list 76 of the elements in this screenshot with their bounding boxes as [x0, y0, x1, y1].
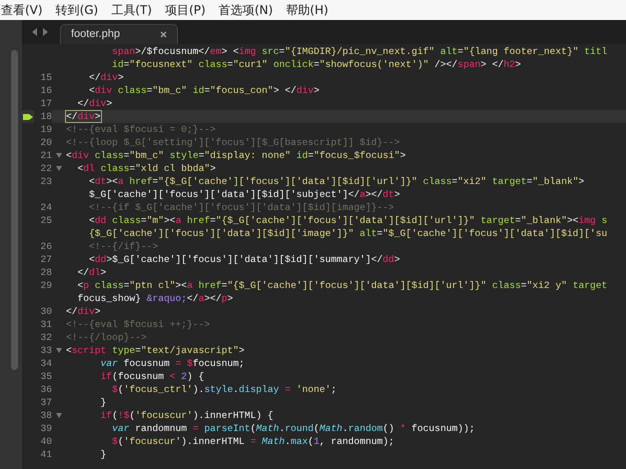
- line-number: 35: [40, 371, 52, 382]
- code-line: {$_G['cache']['focus']['data'][$id]['image']}" alt="$_G['cache']['focus']['data'][$id]['su: [88, 228, 608, 239]
- line-number: 39: [40, 423, 52, 434]
- file-tab[interactable]: footer.php: [60, 24, 178, 44]
- code-line: </div>: [76, 98, 112, 109]
- code-line: <!--{eval $focusi = 0;}-->: [66, 124, 216, 135]
- right-arrow-icon[interactable]: [42, 28, 48, 36]
- line-number: 33: [40, 345, 52, 356]
- line-number: 23: [40, 176, 52, 187]
- line-number: 26: [40, 241, 52, 252]
- code-line: focus_show} &raquo;</a></p>: [76, 293, 234, 304]
- line-number: 30: [40, 306, 52, 317]
- line-number: 38: [40, 410, 52, 421]
- code-line: </div>: [66, 111, 101, 122]
- menu-item[interactable]: 工具(T): [111, 1, 152, 19]
- code-line: id="focusnext" class="cur1" onclick="showfocus('next')" /></span> </h2>: [111, 59, 521, 70]
- code-line: $_G['cache']['focus']['data'][$id]['subject']</a></dt>: [88, 189, 400, 200]
- line-number: 19: [40, 124, 52, 135]
- scrollbar-thumb[interactable]: [11, 50, 18, 370]
- code-line: <!--{/loop}-->: [66, 332, 147, 343]
- line-number: 36: [40, 384, 52, 395]
- code-line: <p class="ptn cl"><a href="{$_G['cache']['focus']['data'][$id]['url']}" class="xi2 y" target: [76, 280, 608, 291]
- code-line: if(focusnum < 2) {: [100, 371, 204, 382]
- code-line: <dl class="xld cl bbda">: [76, 163, 216, 174]
- left-arrow-icon[interactable]: [32, 28, 38, 36]
- code-line: <!--{loop $_G['setting']['focus'][$_G[basescript]] $id}-->: [66, 137, 400, 148]
- code-line: }: [100, 397, 106, 408]
- bookmark-icon[interactable]: [23, 112, 33, 120]
- code-line: <script type="text/javascript">: [66, 345, 245, 356]
- line-number: 16: [40, 85, 52, 96]
- line-number: 20: [40, 137, 52, 148]
- line-number: 24: [40, 202, 52, 213]
- line-number: 22: [40, 163, 52, 174]
- code-line: var focusnum = $focusnum;: [100, 358, 245, 369]
- fold-arrow-icon[interactable]: [56, 166, 62, 171]
- line-number: 32: [40, 332, 52, 343]
- fold-arrow-icon[interactable]: [56, 413, 62, 418]
- line-number: 41: [40, 449, 52, 460]
- code-line: </div>: [88, 72, 124, 83]
- code-line: <div class="bm_c" id="focus_con"> </div>: [88, 85, 320, 96]
- menu-item[interactable]: 查看(V): [1, 1, 43, 19]
- code-line: $('focus_ctrl').style.display = 'none';: [111, 384, 337, 395]
- code-line: <dt><a href="{$_G['cache']['focus']['data'][$id]['url']}" class="xi2" target="_blank">: [88, 176, 584, 187]
- line-number: 15: [40, 72, 52, 83]
- line-number: 21: [40, 150, 52, 161]
- menu-item[interactable]: 项目(P): [164, 1, 206, 19]
- line-number: 25: [40, 215, 52, 226]
- code-line: </dl>: [76, 267, 106, 278]
- line-number: 34: [40, 358, 52, 369]
- code-line: <!--{eval $focusi ++;}-->: [66, 319, 210, 330]
- tab-label: footer.php: [71, 27, 120, 42]
- fold-arrow-icon[interactable]: [56, 153, 62, 158]
- line-number: 37: [40, 397, 52, 408]
- menu-item[interactable]: 转到(G): [56, 1, 98, 19]
- line-number: 27: [40, 254, 52, 265]
- close-icon[interactable]: [160, 31, 167, 38]
- menu-item[interactable]: 首选项(N): [218, 1, 273, 19]
- line-number: 18: [40, 111, 52, 122]
- code-line: if(!$('focuscur').innerHTML) {: [100, 410, 274, 421]
- line-number: 31: [40, 319, 52, 330]
- code-line: <div class="bm_c" style="display: none" id="focus_$focusi">: [66, 150, 406, 161]
- code-line: <!--{if $_G['cache']['focus']['data'][$id][image]}-->: [88, 202, 394, 213]
- line-number: 40: [40, 436, 52, 447]
- code-line: $('focuscur').innerHTML = Math.max(1, randomnum);: [111, 436, 394, 447]
- code-line: }: [100, 449, 106, 460]
- fold-arrow-icon[interactable]: [56, 348, 62, 353]
- line-number: 29: [40, 280, 52, 291]
- line-number: 28: [40, 267, 52, 278]
- code-line: <dd class="m"><a href="{$_G['cache']['focus']['data'][$id]['url']}" target="_blank"><img s: [88, 215, 608, 226]
- code-line: <!--{/if}-->: [88, 241, 158, 252]
- code-line: span>/$focusnum</em> <img src="{IMGDIR}/pic_nv_next.gif" alt="{lang footer_next}" titl: [111, 46, 608, 57]
- line-number: 17: [40, 98, 52, 109]
- code-line: </div>: [66, 306, 101, 317]
- code-line: <dd>$_G['cache']['focus']['data'][$id]['summary']</dd>: [88, 254, 400, 265]
- code-line: var randomnum = parseInt(Math.round(Math.random() * focusnum));: [111, 423, 475, 434]
- menu-item[interactable]: 帮助(H): [286, 1, 328, 19]
